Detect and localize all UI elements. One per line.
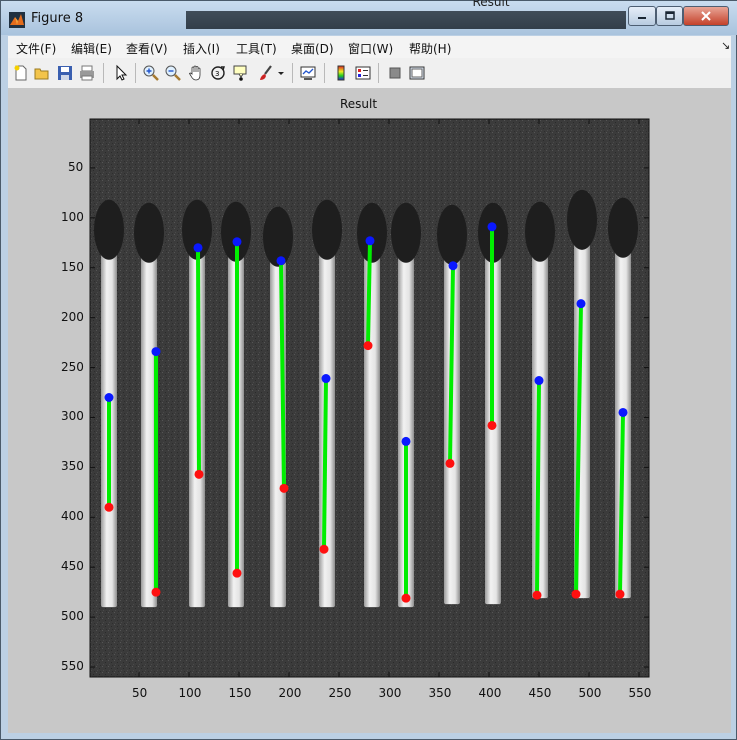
x-tick-label: 150 — [228, 686, 252, 700]
top-point — [401, 436, 411, 446]
bottom-point — [445, 458, 455, 468]
top-point — [618, 407, 628, 417]
y-tick-label: 400 — [61, 509, 84, 524]
x-tick-label: 200 — [278, 686, 302, 700]
top-point — [487, 222, 497, 232]
x-tick-label: 300 — [378, 686, 402, 700]
bottom-point — [363, 341, 373, 351]
bottom-point — [615, 589, 625, 599]
bottom-point — [319, 544, 329, 554]
match-head — [525, 201, 555, 262]
y-tick-label: 50 — [68, 159, 84, 174]
top-point — [151, 347, 161, 357]
top-point — [193, 243, 203, 253]
y-tick-label: 500 — [61, 609, 84, 624]
top-point — [232, 237, 242, 247]
bottom-point — [232, 568, 242, 578]
top-point — [576, 299, 586, 309]
x-tick-label: 350 — [428, 686, 452, 700]
top-point — [321, 374, 331, 384]
y-tick-label: 350 — [61, 459, 84, 474]
x-tick-label: 400 — [478, 686, 502, 700]
segment-line — [366, 240, 372, 346]
top-point — [104, 393, 114, 403]
x-tick-label: 450 — [528, 686, 552, 700]
top-point — [276, 256, 286, 266]
bottom-point — [571, 589, 581, 599]
match-head — [567, 189, 597, 250]
bottom-point — [487, 420, 497, 430]
bottom-point — [532, 590, 542, 600]
top-point — [365, 236, 375, 246]
matches-image — [90, 119, 649, 677]
bottom-point — [194, 469, 204, 479]
y-tick-label: 550 — [61, 659, 84, 674]
x-tick-label: 100 — [178, 686, 202, 700]
match-head — [94, 199, 124, 260]
match-head — [134, 202, 164, 263]
top-point — [534, 376, 544, 386]
bottom-point — [279, 483, 289, 493]
y-tick-label: 450 — [61, 559, 84, 574]
y-tick-label: 250 — [61, 359, 84, 374]
match-head — [357, 202, 387, 263]
x-tick-label: 250 — [328, 686, 352, 700]
y-tick-label: 150 — [61, 259, 84, 274]
y-tick-label: 200 — [61, 309, 84, 324]
match-head — [391, 202, 421, 263]
match-head — [608, 197, 638, 258]
bottom-point — [104, 502, 114, 512]
segment-line — [535, 380, 541, 596]
x-tick-label: 550 — [628, 686, 652, 700]
top-point — [448, 261, 458, 271]
segment-line — [322, 378, 328, 550]
axes-plot[interactable] — [0, 0, 737, 740]
x-tick-label: 50 — [132, 686, 148, 700]
match-stick — [364, 230, 380, 608]
bottom-point — [401, 593, 411, 603]
match-head — [312, 199, 342, 260]
match-head — [437, 204, 467, 265]
x-tick-label: 500 — [578, 686, 602, 700]
y-tick-label: 100 — [61, 209, 84, 224]
y-tick-label: 300 — [61, 409, 84, 424]
bottom-point — [151, 587, 161, 597]
segment-line — [196, 247, 201, 475]
